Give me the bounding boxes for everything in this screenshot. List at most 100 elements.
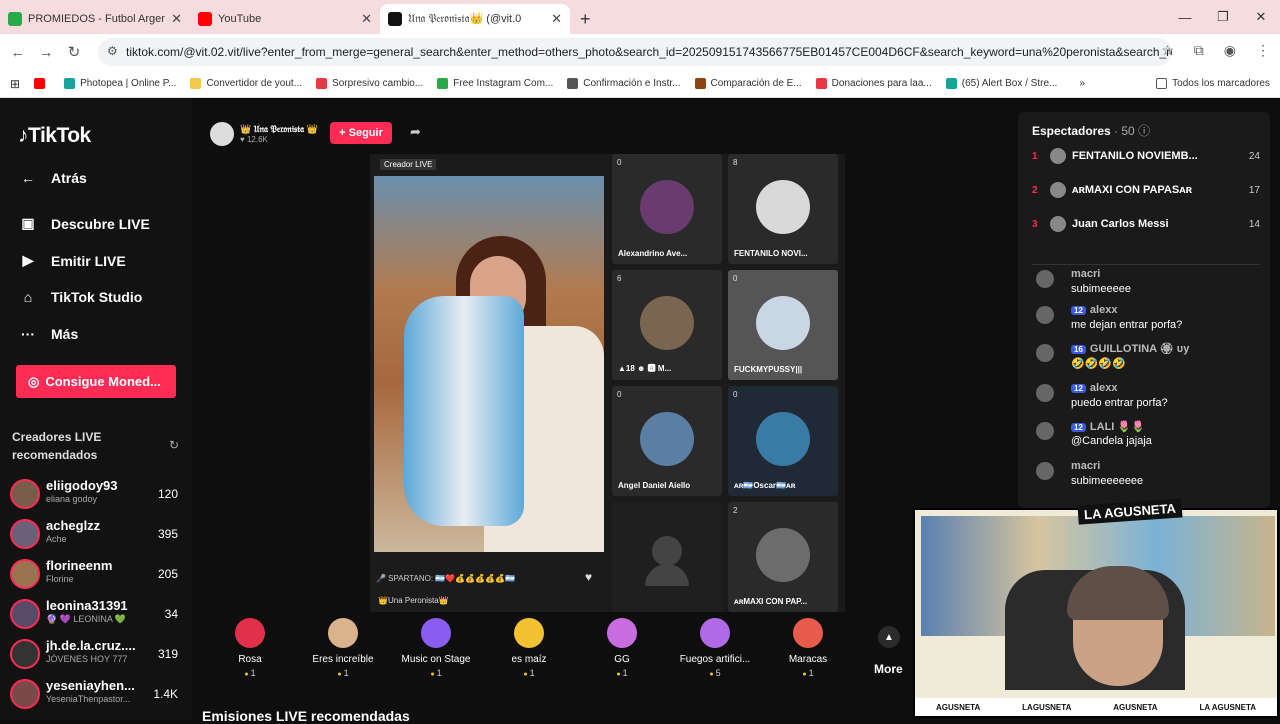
refresh-icon[interactable]: ↻	[169, 438, 179, 452]
back-icon[interactable]: ←	[4, 44, 32, 61]
creator-item[interactable]: yeseniayhen... YeseniaThenpastor... 1.4K	[10, 676, 182, 712]
close-icon[interactable]: ✕	[551, 11, 562, 27]
chat-user[interactable]: 12 alexx	[1071, 382, 1117, 394]
chat-user[interactable]: 16 GUILLOTINA 🏵 υу	[1071, 342, 1189, 355]
tiktok-logo[interactable]: ♪TikTok	[18, 124, 91, 148]
viewer-rank: 3	[1032, 218, 1038, 230]
creator-item[interactable]: leonina31391 🔮 💜 LEONINA 💚 34	[10, 596, 182, 632]
forward-icon[interactable]: →	[32, 44, 60, 61]
avatar	[1050, 216, 1066, 232]
bookmark[interactable]: Photopea | Online P...	[64, 78, 176, 89]
nav-back[interactable]: ← Atrás	[18, 170, 188, 186]
apps-icon[interactable]: ⊞	[10, 77, 20, 91]
gift-name: Eres increíble	[312, 654, 374, 665]
bookmark[interactable]: Free Instagram Com...	[437, 78, 553, 89]
bookmark[interactable]: Convertidor de yout...	[190, 78, 302, 89]
chat-user[interactable]: 12 alexx	[1071, 304, 1117, 316]
menu-icon[interactable]: ⋮	[1256, 42, 1270, 59]
close-window-icon[interactable]: ✕	[1242, 9, 1280, 25]
gift-item[interactable]: Eres increíble 1	[298, 618, 388, 678]
host-likes: ♥ 12.6K	[240, 135, 268, 144]
fireworks-icon	[700, 618, 730, 648]
site-settings-icon[interactable]: ⚙	[107, 44, 118, 58]
chat-text: subimeeeeeee	[1071, 475, 1144, 487]
guest-tile[interactable]: 0 ᴀʀ🇦🇷Oscar🇦🇷ᴀʀ	[728, 386, 838, 496]
gift-name: GG	[614, 654, 630, 665]
chat-user[interactable]: macri	[1071, 460, 1100, 472]
logo-text: TikTok	[28, 124, 91, 147]
youtube-handle: LA AGUSNETA	[1199, 702, 1257, 712]
extensions-icon[interactable]: ⧉	[1194, 42, 1204, 59]
chevron-right-icon[interactable]: »	[1079, 78, 1085, 89]
close-icon[interactable]: ✕	[171, 11, 182, 27]
gift-item[interactable]: Maracas 1	[763, 618, 853, 678]
nav-label: TikTok Studio	[51, 289, 143, 305]
guest-name: ᴀʀ🇦🇷Oscar🇦🇷ᴀʀ	[734, 481, 796, 490]
top-viewer-row[interactable]: 2 ᴀʀMAXI CON PAPASᴀʀ 17	[1032, 178, 1260, 202]
bookmark[interactable]: Sorpresivo cambio...	[316, 78, 423, 89]
gift-item[interactable]: es maíz 1	[484, 618, 574, 678]
bookmark[interactable]: Confirmación e Instr...	[567, 78, 681, 89]
profile-icon[interactable]: ◉	[1224, 42, 1236, 59]
help-icon[interactable]: ⓘ	[1138, 124, 1150, 138]
tab-youtube[interactable]: YouTube ✕	[190, 4, 380, 34]
guest-tile[interactable]: 6 ▲18 ☻ 🅰 M...	[612, 270, 722, 380]
follow-button[interactable]: + Seguir	[330, 122, 392, 144]
share-icon[interactable]: ➦	[410, 124, 421, 140]
guest-tile[interactable]: 0 Alexandrino Ave...	[612, 154, 722, 264]
host-info[interactable]: 👑 𝔘𝔫𝔞 𝔓𝔢𝔯𝔬𝔫𝔦𝔰𝔱𝔞 👑 ♥ 12.6K	[210, 122, 318, 146]
more-gifts-button[interactable]: More	[874, 662, 903, 676]
bookmark-icon	[694, 78, 706, 89]
chat-user[interactable]: macri	[1071, 268, 1100, 280]
kick-handle: AGUSNETA	[1113, 702, 1158, 712]
empty-seat-tile[interactable]	[612, 502, 722, 612]
guest-count: 2	[733, 506, 738, 515]
nav-discover-live[interactable]: ▣ Descubre LIVE	[18, 215, 188, 232]
chevron-up-icon[interactable]: ▲	[878, 626, 900, 648]
gift-price: 5	[670, 668, 760, 678]
creator-item[interactable]: jh.de.la.cruz.... JÓVENES HOY 777 319	[10, 636, 182, 672]
nav-studio[interactable]: ⌂ TikTok Studio	[18, 289, 188, 305]
reload-icon[interactable]: ↻	[60, 43, 88, 61]
get-coins-button[interactable]: ◎ Consigue Moned...	[16, 365, 176, 398]
chat-text: puedo entrar porfa?	[1071, 397, 1168, 409]
guest-tile[interactable]: 0 Angel Daniel Aiello	[612, 386, 722, 496]
heart-icon[interactable]: ♥	[585, 570, 592, 584]
gift-item[interactable]: Rosa 1	[205, 618, 295, 678]
close-icon[interactable]: ✕	[361, 11, 372, 27]
guest-tile[interactable]: 0 FUCKMYPUSSY|||	[728, 270, 838, 380]
new-tab-button[interactable]: +	[580, 4, 591, 34]
url-field[interactable]: ⚙ tiktok.com/@vit.02.vit/live?enter_from_…	[98, 38, 1172, 66]
gift-item[interactable]: GG 1	[577, 618, 667, 678]
main-stream-tile[interactable]: Creador LIVE 🎤 SPARTANO: 🇦🇷❤️💰💰💰💰💰🇦🇷 👑Un…	[370, 154, 608, 612]
gift-item[interactable]: Fuegos artifici... 5	[670, 618, 760, 678]
bookmark[interactable]: (65) Alert Box / Stre...	[945, 78, 1057, 89]
creator-item[interactable]: florineenm Florine 205	[10, 556, 182, 592]
guest-tile[interactable]: 2 ᴀʀMAXI CON PAP...	[728, 502, 838, 612]
avatar	[1036, 270, 1054, 288]
minimize-icon[interactable]: —	[1166, 10, 1204, 25]
avatar	[1036, 422, 1054, 440]
bookmark[interactable]: Comparación de E...	[694, 78, 802, 89]
nav-more[interactable]: ··· Más	[18, 326, 188, 342]
gift-item[interactable]: Music on Stage 1	[391, 618, 481, 678]
tab-promiedos[interactable]: PROMIEDOS - Futbol Argentino ✕	[0, 4, 190, 34]
creator-item[interactable]: eliigodoy93 eliana godoy 120	[10, 476, 182, 512]
tab-tiktok[interactable]: 𝔘𝔫𝔞 𝔓𝔢𝔯𝔬𝔫𝔦𝔰𝔱𝔞👑 (@vit.0 ✕	[380, 4, 570, 34]
guest-tile[interactable]: 8 FENTANILO NOVI...	[728, 154, 838, 264]
star-icon[interactable]: ☆	[1161, 42, 1174, 59]
maximize-icon[interactable]: ❐	[1204, 9, 1242, 25]
creator-subtitle: Florine	[46, 574, 74, 584]
bookmark[interactable]: Donaciones para laa...	[815, 78, 932, 89]
bookmark[interactable]	[34, 78, 50, 89]
chat-user[interactable]: 12 LALI 🌷🌷	[1071, 420, 1145, 433]
gift-name: es maíz	[511, 654, 547, 665]
top-viewer-row[interactable]: 3 Juan Carlos Messi 14	[1032, 212, 1260, 236]
top-viewer-row[interactable]: 1 FENTANILO NOVIEMB... 24	[1032, 144, 1260, 168]
chat-text: 🤣🤣🤣🤣	[1071, 358, 1126, 370]
all-bookmarks[interactable]: Todos los marcadores	[1156, 78, 1270, 89]
avatar	[10, 679, 40, 709]
more-dots-icon: ···	[21, 326, 35, 342]
nav-go-live[interactable]: ▶ Emitir LIVE	[18, 252, 188, 269]
creator-item[interactable]: acheglzz Ache 395	[10, 516, 182, 552]
